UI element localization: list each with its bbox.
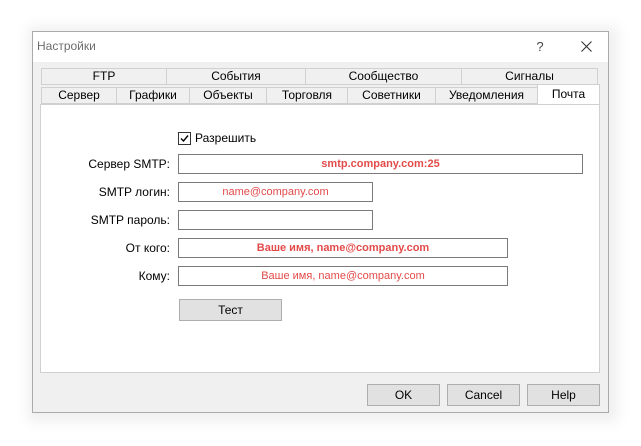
- from-label: От кого:: [125, 241, 170, 255]
- smtp-server-label: Сервер SMTP:: [88, 157, 170, 171]
- tab-signals[interactable]: Сигналы: [461, 68, 598, 85]
- smtp-login-label: SMTP логин:: [98, 185, 170, 199]
- tab-email[interactable]: Почта: [537, 84, 600, 104]
- ok-button[interactable]: OK: [367, 384, 440, 406]
- from-placeholder: Ваше имя, name@company.com: [256, 242, 430, 254]
- close-icon: [580, 41, 592, 52]
- title-help-button[interactable]: ?: [527, 37, 553, 57]
- enable-checkbox[interactable]: [178, 132, 191, 145]
- smtp-server-input[interactable]: smtp.company.com:25: [178, 154, 583, 174]
- window-title: Настройки: [37, 39, 96, 53]
- close-button[interactable]: [573, 37, 599, 57]
- from-input[interactable]: Ваше имя, name@company.com: [178, 238, 508, 258]
- to-label: Кому:: [138, 269, 170, 283]
- tab-events[interactable]: События: [166, 68, 306, 85]
- enable-label: Разрешить: [195, 131, 257, 145]
- tab-server[interactable]: Сервер: [41, 87, 117, 104]
- settings-dialog: Настройки ? FTP События Сообщество Сигна…: [32, 31, 609, 413]
- tab-community[interactable]: Сообщество: [305, 68, 462, 85]
- smtp-login-input[interactable]: name@company.com: [178, 182, 373, 202]
- tab-trade[interactable]: Торговля: [266, 87, 348, 104]
- smtp-password-label: SMTP пароль:: [90, 213, 170, 227]
- to-input[interactable]: Ваше имя, name@company.com: [178, 266, 508, 286]
- tab-objects[interactable]: Объекты: [189, 87, 267, 104]
- test-button[interactable]: Тест: [179, 299, 282, 321]
- tab-ftp[interactable]: FTP: [41, 68, 167, 85]
- help-button[interactable]: Help: [527, 384, 600, 406]
- title-bar: Настройки ?: [33, 32, 608, 62]
- tab-experts[interactable]: Советники: [347, 87, 436, 104]
- check-icon: [180, 135, 189, 143]
- cancel-button[interactable]: Cancel: [447, 384, 520, 406]
- tab-notifications[interactable]: Уведомления: [435, 87, 538, 104]
- smtp-login-placeholder: name@company.com: [222, 186, 329, 198]
- smtp-server-placeholder: smtp.company.com:25: [321, 158, 440, 170]
- to-placeholder: Ваше имя, name@company.com: [261, 270, 425, 282]
- tab-charts[interactable]: Графики: [116, 87, 190, 104]
- smtp-password-input[interactable]: [178, 210, 373, 230]
